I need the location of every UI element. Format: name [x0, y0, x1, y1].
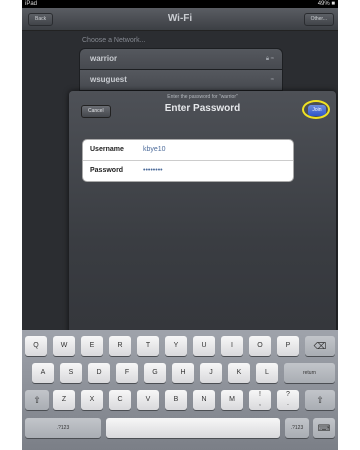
- shift-key-left[interactable]: ⇧: [25, 390, 49, 410]
- delete-key[interactable]: ⌫: [305, 336, 335, 356]
- ipad-screen: iPad 49% ■ Back Wi-Fi Other... Choose a …: [22, 0, 338, 450]
- return-key[interactable]: return: [284, 363, 335, 383]
- key-i[interactable]: I: [221, 336, 243, 356]
- key-r[interactable]: R: [109, 336, 131, 356]
- key-o[interactable]: O: [249, 336, 271, 356]
- username-field[interactable]: kbye10: [143, 140, 166, 160]
- key-y[interactable]: Y: [165, 336, 187, 356]
- key-l[interactable]: L: [256, 363, 278, 383]
- wifi-icon: ≈: [270, 77, 274, 83]
- key-lower-glyph: ,: [259, 400, 261, 407]
- key-c[interactable]: C: [109, 390, 131, 410]
- key-x[interactable]: X: [81, 390, 103, 410]
- username-row[interactable]: Username kbye10: [83, 140, 293, 160]
- key-exclaim-comma[interactable]: ! ,: [249, 390, 271, 410]
- key-v[interactable]: V: [137, 390, 159, 410]
- nav-title: Wi-Fi: [167, 13, 193, 24]
- key-h[interactable]: H: [172, 363, 194, 383]
- key-j[interactable]: J: [200, 363, 222, 383]
- key-upper-glyph: !: [259, 391, 261, 398]
- numbers-key-left[interactable]: .?123: [25, 418, 101, 438]
- dialog-prompt: Enter the password for "warrior": [167, 94, 238, 100]
- password-field[interactable]: ••••••••: [143, 161, 163, 181]
- key-u[interactable]: U: [193, 336, 215, 356]
- network-section-header: Choose a Network...: [82, 37, 146, 44]
- network-list: warrior 🔒︎ ≈ wsuguest ≈: [79, 48, 283, 91]
- key-lower-glyph: .: [287, 400, 289, 407]
- key-w[interactable]: W: [53, 336, 75, 356]
- password-dialog: Enter the password for "warrior" Cancel …: [69, 91, 336, 341]
- key-b[interactable]: B: [165, 390, 187, 410]
- hide-keyboard-icon[interactable]: ⌨: [313, 418, 335, 438]
- highlight-circle: [302, 100, 330, 119]
- network-row-wsuguest[interactable]: wsuguest ≈: [79, 70, 283, 91]
- numbers-key-right[interactable]: .?123: [285, 418, 309, 438]
- key-q[interactable]: Q: [25, 336, 47, 356]
- key-e[interactable]: E: [81, 336, 103, 356]
- network-row-warrior[interactable]: warrior 🔒︎ ≈: [79, 48, 283, 70]
- key-a[interactable]: A: [32, 363, 54, 383]
- key-m[interactable]: M: [221, 390, 243, 410]
- network-name: warrior: [90, 54, 118, 63]
- status-bar: iPad 49% ■: [22, 0, 338, 8]
- password-row[interactable]: Password ••••••••: [83, 160, 293, 181]
- network-name: wsuguest: [90, 75, 127, 84]
- key-question-period[interactable]: ? .: [277, 390, 299, 410]
- key-k[interactable]: K: [228, 363, 250, 383]
- key-p[interactable]: P: [277, 336, 299, 356]
- key-s[interactable]: S: [60, 363, 82, 383]
- shift-key-right[interactable]: ⇧: [305, 390, 335, 410]
- device-label: iPad: [25, 1, 38, 7]
- other-button[interactable]: Other...: [303, 13, 334, 26]
- key-d[interactable]: D: [88, 363, 110, 383]
- navigation-bar: Back Wi-Fi Other...: [22, 8, 338, 31]
- key-upper-glyph: ?: [286, 391, 290, 398]
- key-f[interactable]: F: [116, 363, 138, 383]
- lock-icon: 🔒︎ ≈: [265, 56, 274, 62]
- keyboard: Q W E R T Y U I O P ⌫ A S D F G H J K L …: [22, 330, 338, 450]
- key-g[interactable]: G: [144, 363, 166, 383]
- dialog-title: Enter Password: [164, 103, 241, 114]
- key-z[interactable]: Z: [53, 390, 75, 410]
- key-n[interactable]: N: [193, 390, 215, 410]
- key-t[interactable]: T: [137, 336, 159, 356]
- username-label: Username: [90, 146, 124, 153]
- battery-indicator: 49% ■: [317, 1, 335, 7]
- space-bar[interactable]: [106, 418, 280, 438]
- credentials-form: Username kbye10 Password ••••••••: [82, 139, 294, 182]
- password-label: Password: [90, 167, 124, 174]
